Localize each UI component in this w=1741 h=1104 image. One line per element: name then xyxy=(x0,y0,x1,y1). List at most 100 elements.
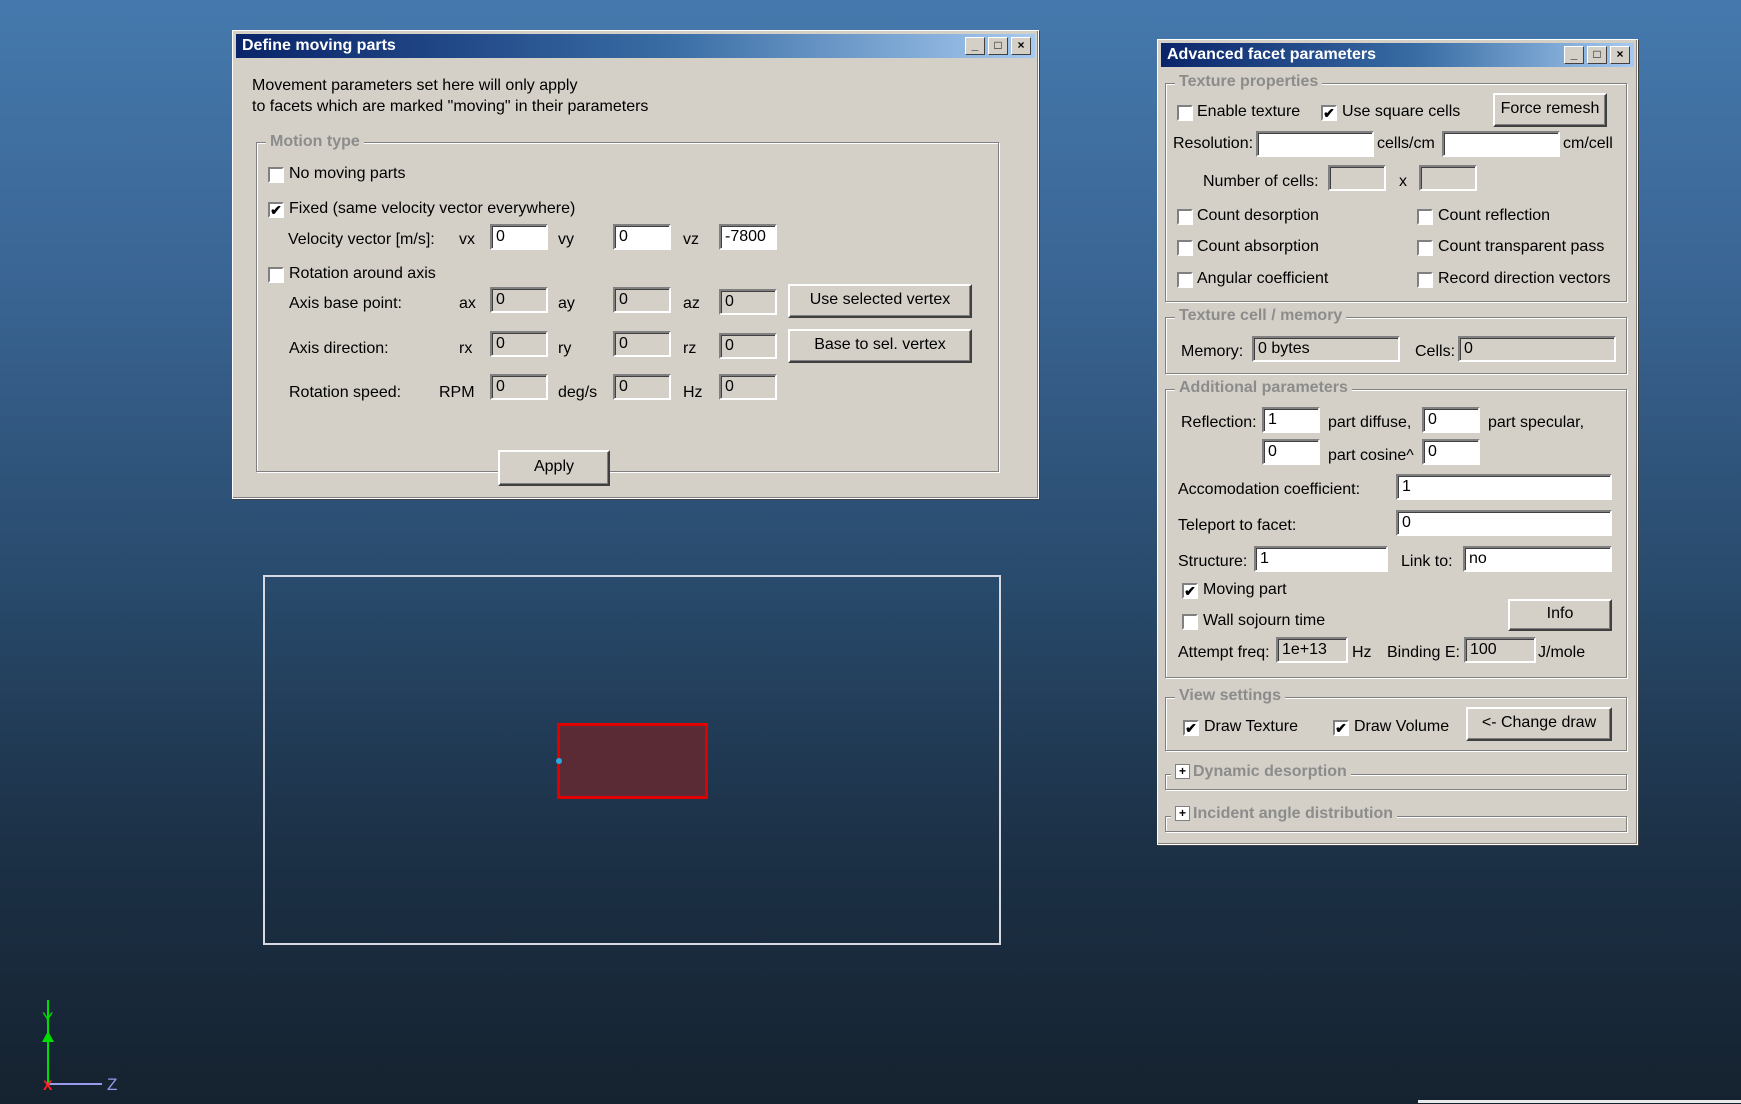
record-direction-vectors-label: Record direction vectors xyxy=(1438,270,1611,287)
x-axis-label: X xyxy=(43,1077,53,1093)
expand-plus-icon[interactable]: + xyxy=(1175,806,1190,822)
maximize-icon[interactable]: □ xyxy=(988,37,1008,55)
rpm-input[interactable]: 0 xyxy=(490,374,548,400)
part-specular-label: part specular, xyxy=(1488,414,1585,431)
count-desorption-checkbox[interactable] xyxy=(1177,209,1193,225)
apply-button[interactable]: Apply xyxy=(498,450,610,486)
minimize-icon[interactable]: _ xyxy=(1564,46,1584,64)
accomodation-input[interactable]: 1 xyxy=(1396,474,1612,500)
count-reflection-label: Count reflection xyxy=(1438,207,1551,224)
use-square-cells-checkbox[interactable]: ✔ xyxy=(1321,105,1337,121)
window-title: Define moving parts xyxy=(242,37,396,54)
draw-volume-label: Draw Volume xyxy=(1354,718,1450,735)
reflection-specular-input[interactable]: 0 xyxy=(1422,407,1480,433)
info-text-line2: to facets which are marked "moving" in t… xyxy=(252,98,649,115)
cells-x-input[interactable] xyxy=(1328,165,1386,191)
dynamic-desorption-title: Dynamic desorption xyxy=(1193,763,1347,780)
ay-label: ay xyxy=(558,295,575,312)
ax-input[interactable]: 0 xyxy=(490,287,548,313)
cells-label: Cells: xyxy=(1415,343,1456,360)
dynamic-desorption-header[interactable]: + Dynamic desorption xyxy=(1171,763,1351,781)
motion-type-title: Motion type xyxy=(266,133,364,151)
cells-per-cm-label: cells/cm xyxy=(1377,135,1435,152)
enable-texture-checkbox[interactable] xyxy=(1177,105,1193,121)
minimize-icon[interactable]: _ xyxy=(965,37,985,55)
wall-sojourn-label: Wall sojourn time xyxy=(1203,612,1326,629)
rx-label: rx xyxy=(459,340,473,357)
incident-angle-title: Incident angle distribution xyxy=(1193,805,1393,822)
incident-angle-header[interactable]: + Incident angle distribution xyxy=(1171,805,1397,823)
angular-coefficient-checkbox[interactable] xyxy=(1177,272,1193,288)
hz-input[interactable]: 0 xyxy=(719,374,777,400)
close-icon[interactable]: × xyxy=(1011,37,1031,55)
deg-s-input[interactable]: 0 xyxy=(613,374,671,400)
force-remesh-button[interactable]: Force remesh xyxy=(1493,93,1607,127)
reflection-label: Reflection: xyxy=(1181,414,1257,431)
use-selected-vertex-button[interactable]: Use selected vertex xyxy=(788,284,972,318)
selected-vertex-marker[interactable] xyxy=(556,758,562,764)
moving-part-checkbox[interactable]: ✔ xyxy=(1182,583,1198,599)
count-transparent-pass-checkbox[interactable] xyxy=(1417,240,1433,256)
advanced-facet-parameters-window: Advanced facet parameters _ □ × Texture … xyxy=(1157,39,1638,845)
cm-per-cell-label: cm/cell xyxy=(1563,135,1613,152)
ay-input[interactable]: 0 xyxy=(613,287,671,313)
vy-label: vy xyxy=(558,231,574,248)
count-reflection-checkbox[interactable] xyxy=(1417,209,1433,225)
title-bar[interactable]: Advanced facet parameters _ □ × xyxy=(1161,43,1634,67)
cells-value: 0 xyxy=(1458,336,1616,362)
title-bar[interactable]: Define moving parts _ □ × xyxy=(236,34,1035,58)
attempt-hz-label: Hz xyxy=(1352,644,1372,661)
resolution-input[interactable] xyxy=(1256,131,1374,157)
texture-properties-title: Texture properties xyxy=(1175,73,1323,91)
facet-rectangle[interactable] xyxy=(557,723,708,799)
cosine-exponent-input[interactable]: 0 xyxy=(1422,439,1480,465)
teleport-input[interactable]: 0 xyxy=(1396,510,1612,536)
define-moving-parts-window: Define moving parts _ □ × Movement param… xyxy=(232,30,1039,499)
window-title: Advanced facet parameters xyxy=(1167,46,1376,63)
binding-energy-input[interactable]: 100 xyxy=(1464,637,1536,663)
part-diffuse-label: part diffuse, xyxy=(1328,414,1412,431)
rotation-axis-label: Rotation around axis xyxy=(289,265,436,282)
info-button[interactable]: Info xyxy=(1508,599,1612,631)
expand-plus-icon[interactable]: + xyxy=(1175,764,1190,780)
ry-input[interactable]: 0 xyxy=(613,331,671,357)
ax-label: ax xyxy=(459,295,476,312)
attempt-freq-input[interactable]: 1e+13 xyxy=(1276,637,1348,663)
enable-texture-label: Enable texture xyxy=(1197,103,1301,120)
moving-part-label: Moving part xyxy=(1203,581,1287,598)
base-to-selected-vertex-button[interactable]: Base to sel. vertex xyxy=(788,329,972,363)
no-moving-parts-checkbox[interactable] xyxy=(268,167,284,183)
reflection-diffuse-input[interactable]: 1 xyxy=(1262,407,1320,433)
record-direction-vectors-checkbox[interactable] xyxy=(1417,272,1433,288)
fixed-velocity-checkbox[interactable]: ✔ xyxy=(268,202,284,218)
draw-volume-checkbox[interactable]: ✔ xyxy=(1333,720,1349,736)
link-to-input[interactable]: no xyxy=(1463,546,1612,572)
link-to-label: Link to: xyxy=(1401,553,1453,570)
vy-input[interactable]: 0 xyxy=(613,224,671,250)
rz-input[interactable]: 0 xyxy=(719,333,777,359)
info-text-line1: Movement parameters set here will only a… xyxy=(252,77,578,94)
draw-texture-checkbox[interactable]: ✔ xyxy=(1183,720,1199,736)
rz-label: rz xyxy=(683,340,697,357)
close-icon[interactable]: × xyxy=(1610,46,1630,64)
structure-label: Structure: xyxy=(1178,553,1248,570)
vz-input[interactable]: -7800 xyxy=(719,224,777,250)
rx-input[interactable]: 0 xyxy=(490,331,548,357)
change-draw-button[interactable]: <- Change draw xyxy=(1466,707,1612,741)
structure-input[interactable]: 1 xyxy=(1254,546,1388,572)
texture-memory-title: Texture cell / memory xyxy=(1175,307,1347,325)
cm-per-cell-input[interactable] xyxy=(1442,131,1560,157)
wall-sojourn-checkbox[interactable] xyxy=(1182,614,1198,630)
axis-direction-label: Axis direction: xyxy=(289,340,389,357)
reflection-cosine-part-input[interactable]: 0 xyxy=(1262,439,1320,465)
az-input[interactable]: 0 xyxy=(719,289,777,315)
count-desorption-label: Count desorption xyxy=(1197,207,1319,224)
rotation-speed-label: Rotation speed: xyxy=(289,384,402,401)
maximize-icon[interactable]: □ xyxy=(1587,46,1607,64)
cells-y-input[interactable] xyxy=(1419,165,1477,191)
accomodation-label: Accomodation coefficient: xyxy=(1178,481,1361,498)
rotation-axis-checkbox[interactable] xyxy=(268,267,284,283)
vx-input[interactable]: 0 xyxy=(490,224,548,250)
vx-label: vx xyxy=(459,231,475,248)
count-absorption-checkbox[interactable] xyxy=(1177,240,1193,256)
